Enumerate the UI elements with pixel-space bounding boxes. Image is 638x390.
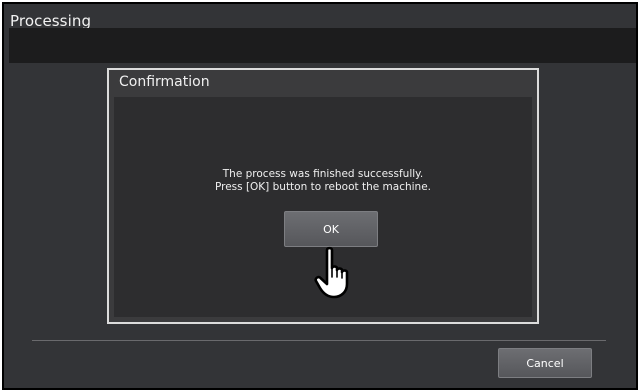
cancel-button[interactable]: Cancel — [498, 348, 592, 378]
footer-divider — [32, 340, 606, 341]
dialog-message: The process was finished successfully. P… — [114, 168, 532, 194]
header-bar — [9, 28, 636, 63]
message-line-2: Press [OK] button to reboot the machine. — [214, 181, 432, 193]
dialog-title: Confirmation — [119, 74, 210, 90]
hand-pointer-icon — [314, 246, 349, 299]
message-line-1: The process was finished successfully. — [222, 168, 424, 180]
ok-button[interactable]: OK — [284, 211, 378, 247]
machine-screen: Processing Confirmation The process was … — [2, 2, 638, 390]
